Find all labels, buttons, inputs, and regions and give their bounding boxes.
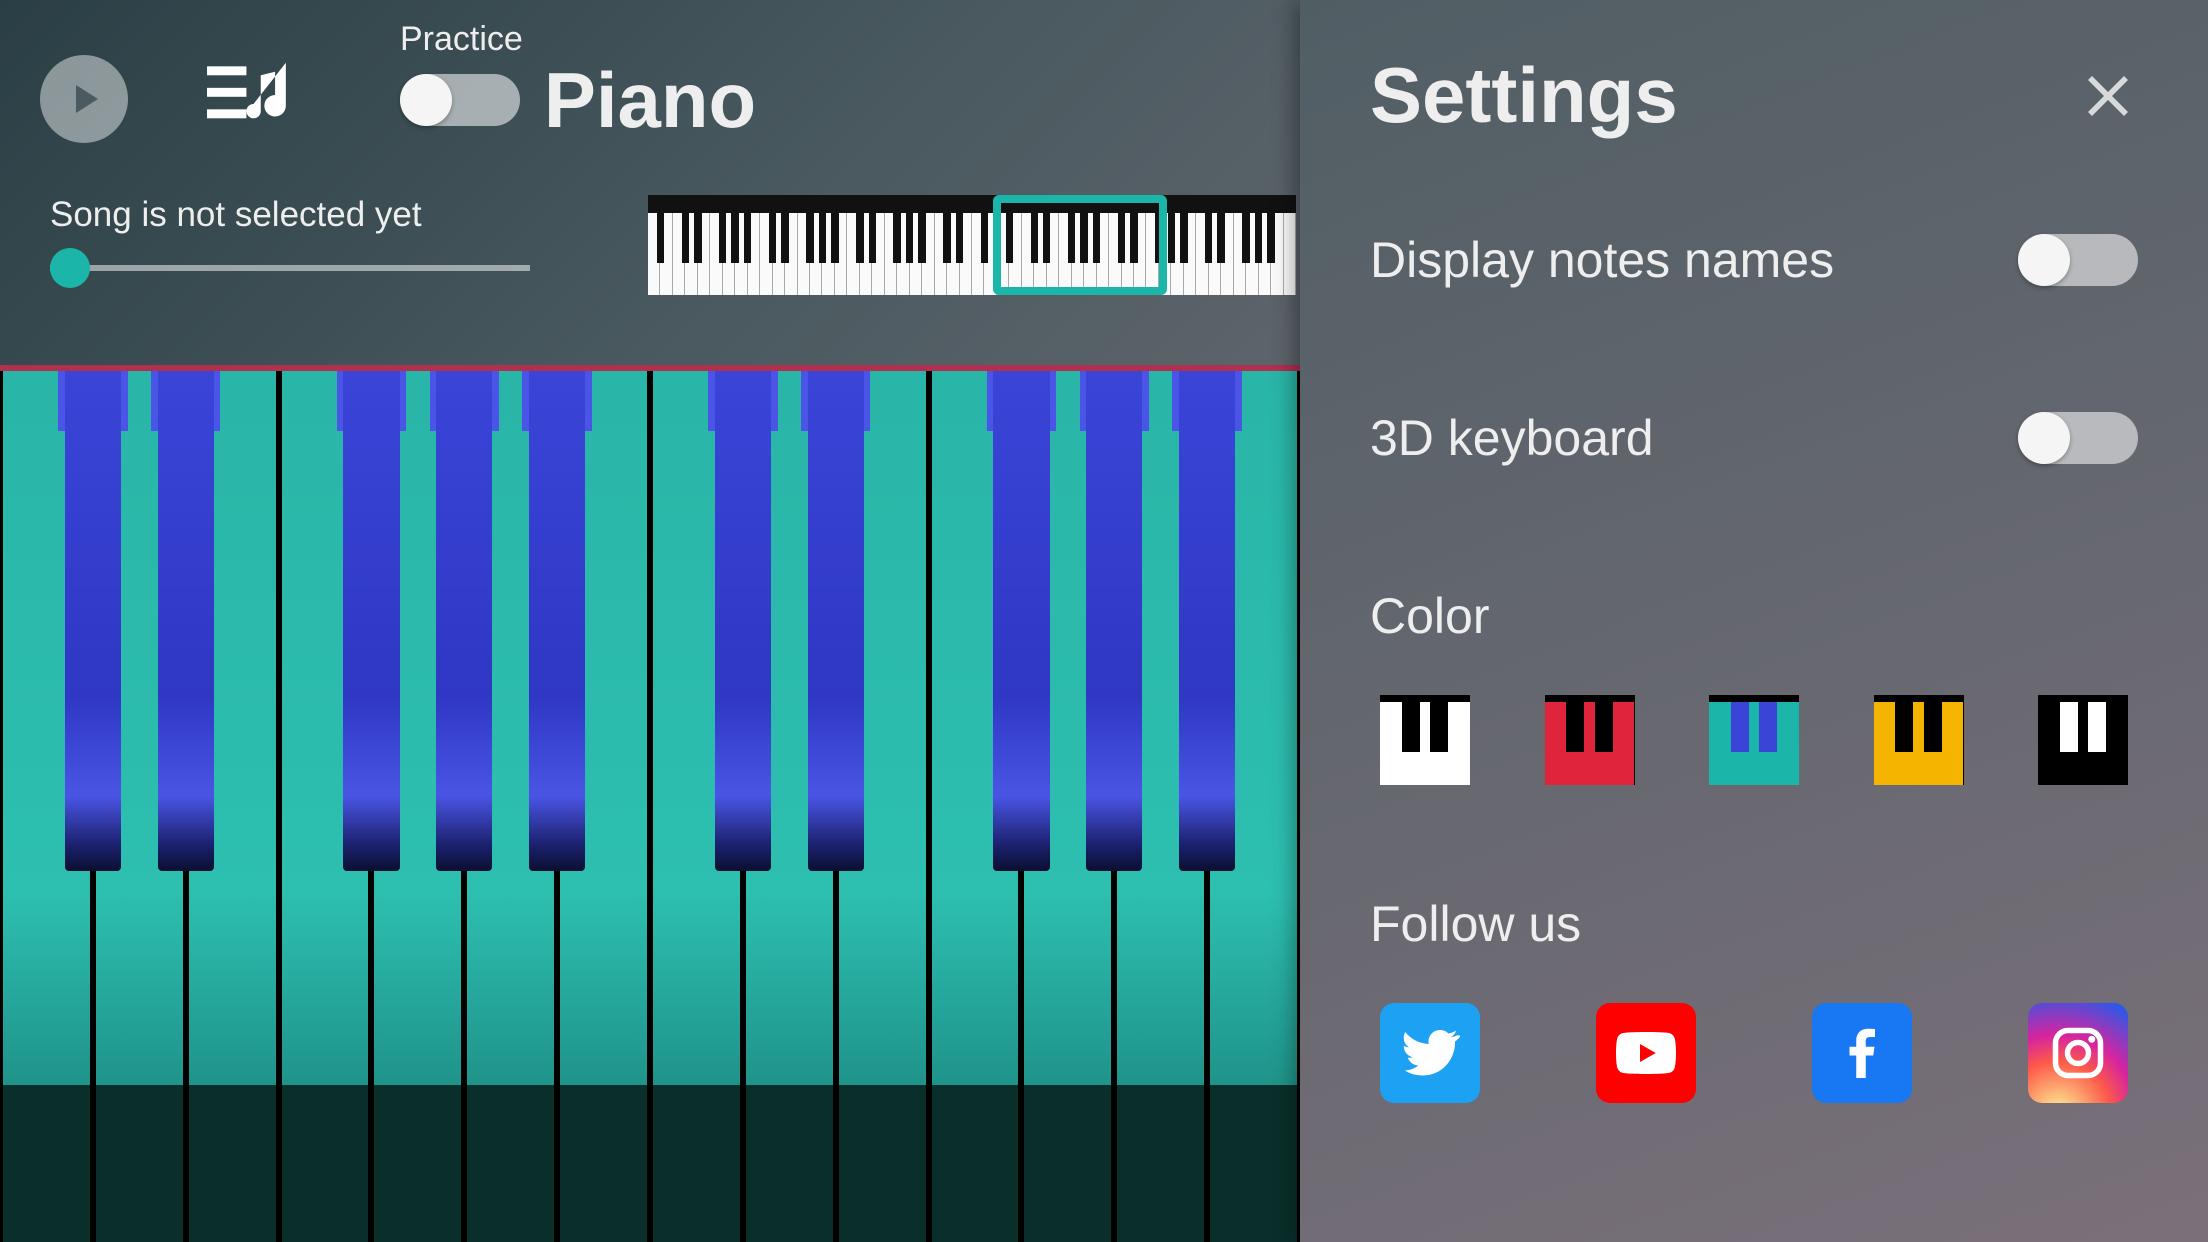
sub-row: Song is not selected yet — [0, 150, 1300, 320]
song-status-text: Song is not selected yet — [50, 195, 422, 235]
youtube-icon — [1616, 1023, 1676, 1083]
color-section-label: Color — [1370, 587, 2138, 645]
color-theme-yellow[interactable] — [1874, 695, 1964, 785]
3d-keyboard-toggle[interactable] — [2018, 412, 2138, 464]
music-list-icon — [207, 62, 293, 128]
black-key[interactable] — [802, 371, 869, 871]
black-key[interactable] — [524, 371, 591, 871]
song-list-button[interactable] — [200, 55, 300, 135]
twitter-icon — [1400, 1023, 1460, 1083]
minimap-viewport[interactable] — [993, 195, 1167, 295]
practice-toggle[interactable] — [400, 74, 520, 126]
social-instagram[interactable] — [2028, 1003, 2128, 1103]
color-theme-teal[interactable] — [1709, 695, 1799, 785]
display-notes-toggle[interactable] — [2018, 234, 2138, 286]
facebook-icon — [1832, 1023, 1892, 1083]
app-title: Piano — [0, 55, 1300, 146]
keyboard-minimap[interactable] — [648, 195, 1296, 295]
black-key[interactable] — [59, 371, 126, 871]
practice-control: Practice — [400, 20, 523, 126]
black-key[interactable] — [988, 371, 1055, 871]
song-progress-thumb[interactable] — [50, 248, 90, 288]
song-progress-track[interactable] — [50, 265, 530, 271]
3d-keyboard-label: 3D keyboard — [1370, 409, 1654, 467]
color-swatches — [1370, 695, 2138, 785]
social-facebook[interactable] — [1812, 1003, 1912, 1103]
settings-panel: Settings Display notes names 3D keyboard… — [1300, 0, 2208, 1242]
black-key[interactable] — [338, 371, 405, 871]
black-key[interactable] — [431, 371, 498, 871]
settings-title: Settings — [1370, 50, 1678, 141]
black-key[interactable] — [152, 371, 219, 871]
black-key[interactable] — [1174, 371, 1241, 871]
top-bar: Practice Piano — [0, 0, 1300, 150]
instagram-icon — [2048, 1023, 2108, 1083]
color-theme-dark[interactable] — [2038, 695, 2128, 785]
black-key[interactable] — [709, 371, 776, 871]
main-area: Practice Piano Song is not selected yet — [0, 0, 1300, 1242]
piano-keyboard[interactable] — [0, 365, 1300, 1242]
close-settings-button[interactable] — [2078, 66, 2138, 126]
play-icon — [60, 75, 108, 123]
color-theme-red[interactable] — [1545, 695, 1635, 785]
settings-header: Settings — [1370, 50, 2138, 141]
follow-section-label: Follow us — [1370, 895, 2138, 953]
color-theme-classic[interactable] — [1380, 695, 1470, 785]
display-notes-label: Display notes names — [1370, 231, 1834, 289]
social-youtube[interactable] — [1596, 1003, 1696, 1103]
social-twitter[interactable] — [1380, 1003, 1480, 1103]
close-icon — [2081, 69, 2135, 123]
setting-row-3d-keyboard: 3D keyboard — [1370, 409, 2138, 467]
practice-label: Practice — [400, 20, 523, 59]
setting-row-display-notes: Display notes names — [1370, 231, 2138, 289]
black-key[interactable] — [1081, 371, 1148, 871]
play-button[interactable] — [40, 55, 128, 143]
social-links — [1370, 1003, 2138, 1103]
